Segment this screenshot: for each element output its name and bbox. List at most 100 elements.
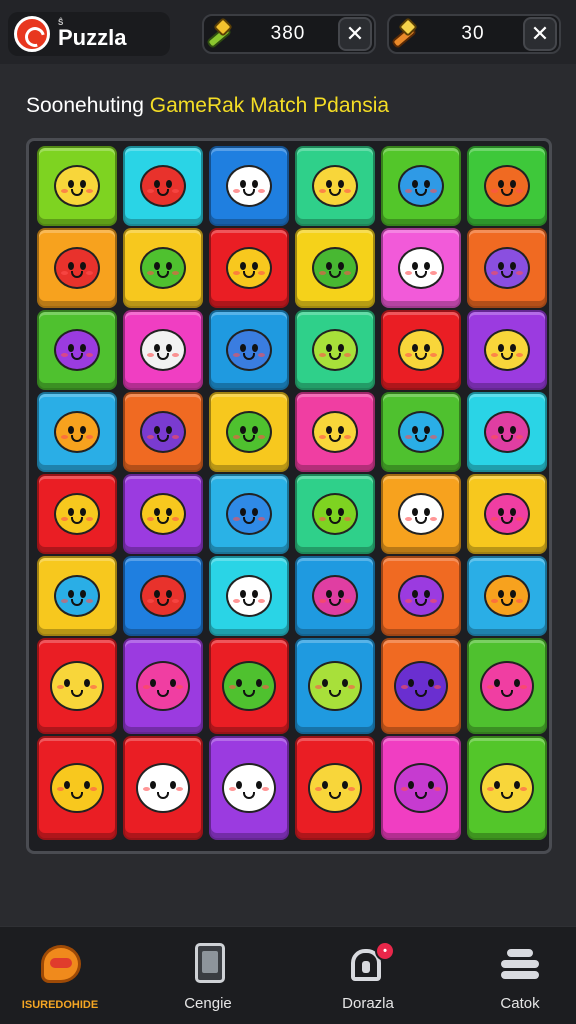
game-tile[interactable]	[209, 556, 289, 636]
blob-face-icon	[226, 493, 272, 535]
blob-face-icon	[398, 165, 444, 207]
game-tile[interactable]	[123, 474, 203, 554]
rocket-counter: 30 ✕	[387, 14, 561, 54]
game-tile[interactable]	[295, 638, 375, 734]
game-tile[interactable]	[295, 392, 375, 472]
blob-face-icon	[312, 247, 358, 289]
game-tile[interactable]	[37, 556, 117, 636]
stack-icon	[497, 941, 543, 987]
nav-label: ISUREDOHIDE	[21, 999, 99, 1011]
rocket-icon	[140, 493, 186, 535]
monster-face-icon	[394, 763, 448, 813]
game-tile[interactable]	[209, 392, 289, 472]
game-tile[interactable]	[37, 310, 117, 390]
cat-face-icon	[54, 165, 100, 207]
game-tile[interactable]	[123, 556, 203, 636]
nav-item-home[interactable]: ISUREDOHIDE	[0, 937, 120, 1021]
chat-face-icon	[398, 329, 444, 371]
game-tile[interactable]	[37, 736, 117, 840]
game-tile[interactable]	[381, 310, 461, 390]
game-tile[interactable]	[209, 474, 289, 554]
game-tile[interactable]	[123, 392, 203, 472]
game-tile[interactable]	[37, 638, 117, 734]
rocket-icon	[387, 16, 423, 52]
sun-face-icon	[226, 247, 272, 289]
nav-item-catok[interactable]: Catok	[460, 937, 576, 1021]
game-tile[interactable]	[209, 146, 289, 226]
chat-face-icon	[484, 247, 530, 289]
game-tile[interactable]	[467, 638, 547, 734]
game-tile[interactable]	[295, 556, 375, 636]
splat-icon	[398, 411, 444, 453]
game-tile[interactable]	[123, 736, 203, 840]
game-tile[interactable]	[381, 556, 461, 636]
game-tile[interactable]	[467, 310, 547, 390]
lock-icon: •	[345, 941, 395, 987]
blob-face-icon	[312, 493, 358, 535]
cat-face-icon	[480, 763, 534, 813]
game-tile[interactable]	[467, 392, 547, 472]
game-tile[interactable]	[209, 736, 289, 840]
game-tile[interactable]	[467, 474, 547, 554]
game-tile[interactable]	[381, 638, 461, 734]
star-face-icon	[398, 247, 444, 289]
game-tile[interactable]	[295, 310, 375, 390]
game-tile[interactable]	[295, 146, 375, 226]
game-tile[interactable]	[295, 228, 375, 308]
chat-face-icon	[54, 329, 100, 371]
blob-face-icon	[312, 329, 358, 371]
game-tile[interactable]	[381, 736, 461, 840]
chat-face-icon	[480, 661, 534, 711]
brand[interactable]: Ŝ Puzzla	[8, 12, 170, 56]
game-tile[interactable]	[381, 474, 461, 554]
splat-icon	[54, 575, 100, 617]
chat-face-icon	[484, 165, 530, 207]
planet-icon	[398, 575, 444, 617]
nav-label: Catok	[500, 995, 540, 1012]
gift-icon	[484, 575, 530, 617]
tablet-icon	[185, 941, 231, 987]
game-tile[interactable]	[467, 228, 547, 308]
brand-text: Ŝ Puzzla	[58, 19, 126, 49]
game-tile[interactable]	[123, 638, 203, 734]
page-title: Soonehuting GameRak Match Pdansia	[26, 94, 389, 118]
title-part-1: Soonehuting	[26, 94, 150, 117]
title-part-2: GameRak Match Pdansia	[149, 94, 390, 117]
close-button[interactable]: ✕	[338, 17, 372, 51]
notification-badge: •	[375, 941, 395, 961]
hammer-icon	[202, 16, 238, 52]
heart-shield-icon	[54, 493, 100, 535]
game-tile[interactable]	[381, 146, 461, 226]
game-tile[interactable]	[123, 146, 203, 226]
game-tile[interactable]	[37, 474, 117, 554]
bottom-nav: ISUREDOHIDE Cengie • Dorazla Catok	[0, 926, 576, 1024]
ghost-face-icon	[222, 763, 276, 813]
coin-icon	[54, 411, 100, 453]
game-board	[26, 138, 552, 854]
nav-item-cengie[interactable]: Cengie	[148, 937, 268, 1021]
nav-label: Dorazla	[342, 995, 394, 1012]
chat-face-icon	[50, 661, 104, 711]
game-tile[interactable]	[209, 638, 289, 734]
nav-item-dorazla[interactable]: • Dorazla	[308, 937, 428, 1021]
game-tile[interactable]	[381, 392, 461, 472]
blob-face-icon	[140, 247, 186, 289]
game-tile[interactable]	[467, 146, 547, 226]
game-tile[interactable]	[381, 228, 461, 308]
game-tile[interactable]	[295, 474, 375, 554]
blob-face-icon	[308, 661, 362, 711]
game-tile[interactable]	[209, 310, 289, 390]
game-tile[interactable]	[37, 392, 117, 472]
game-tile[interactable]	[37, 146, 117, 226]
game-tile[interactable]	[123, 228, 203, 308]
game-tile[interactable]	[123, 310, 203, 390]
game-tile[interactable]	[467, 556, 547, 636]
game-tile[interactable]	[467, 736, 547, 840]
game-tile[interactable]	[37, 228, 117, 308]
game-tile[interactable]	[209, 228, 289, 308]
blob-face-icon	[222, 661, 276, 711]
monster-face-icon	[312, 575, 358, 617]
close-button[interactable]: ✕	[523, 17, 557, 51]
brand-name: Puzzla	[58, 25, 127, 50]
game-tile[interactable]	[295, 736, 375, 840]
